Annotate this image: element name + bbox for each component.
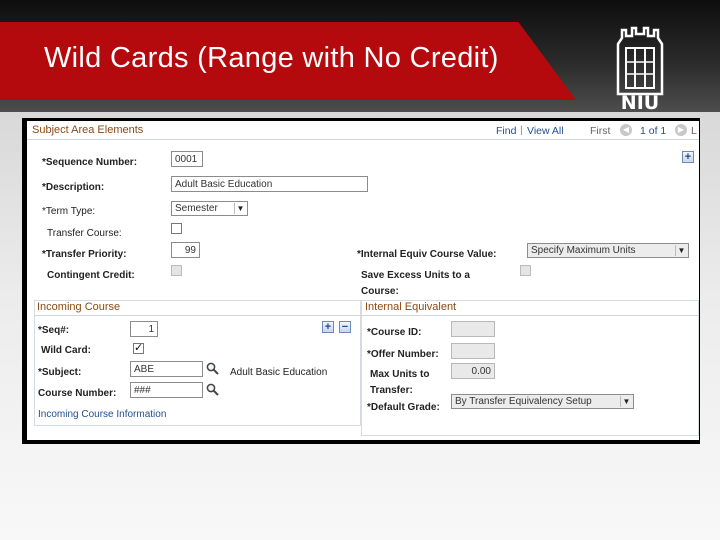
incoming-course-divider	[34, 315, 361, 316]
seq-label: *Seq#:	[38, 325, 70, 336]
dropdown-arrow-icon[interactable]: ▼	[675, 245, 687, 256]
description-field[interactable]: Adult Basic Education	[171, 176, 368, 192]
next-arrow-icon[interactable]: ▶	[675, 124, 687, 136]
save-excess-units-label: Save Excess Units to a	[361, 270, 470, 281]
last-label[interactable]: L	[691, 125, 697, 137]
subject-area-title: Subject Area Elements	[32, 124, 144, 136]
max-units-field[interactable]: 0.00	[451, 363, 495, 379]
tower-icon	[616, 26, 664, 96]
internal-equiv-course-value-label: *Internal Equiv Course Value:	[357, 249, 497, 260]
find-link[interactable]: Find	[496, 125, 516, 137]
subject-label: *Subject:	[38, 367, 82, 378]
niu-logo: NIU	[612, 24, 668, 116]
course-id-label: *Course ID:	[367, 327, 422, 338]
subject-field[interactable]: ABE	[130, 361, 203, 377]
logo-text: NIU	[620, 92, 660, 114]
wildcard-checkbox[interactable]: ✓	[133, 343, 144, 354]
first-arrow-icon[interactable]: ◀	[620, 124, 632, 136]
header-divider	[27, 139, 699, 140]
delete-row-icon[interactable]: −	[339, 321, 351, 333]
subject-description: Adult Basic Education	[230, 367, 328, 378]
max-units-label-line2: Transfer:	[370, 385, 413, 396]
first-label[interactable]: First	[590, 125, 610, 137]
transfer-course-label: Transfer Course:	[47, 228, 122, 239]
add-row-icon[interactable]: +	[682, 151, 694, 163]
sequence-number-label: *Sequence Number:	[42, 157, 138, 168]
course-id-field[interactable]	[451, 321, 495, 337]
description-label: *Description:	[42, 182, 105, 193]
internal-equivalent-title: Internal Equivalent	[365, 301, 457, 313]
dropdown-arrow-icon[interactable]: ▼	[234, 203, 246, 214]
default-grade-label: *Default Grade:	[367, 402, 440, 413]
course-number-label: Course Number:	[38, 388, 117, 399]
transfer-priority-label: *Transfer Priority:	[42, 249, 127, 260]
term-type-value: Semester	[175, 203, 218, 214]
page-count: 1 of 1	[640, 125, 667, 137]
transfer-course-checkbox[interactable]	[171, 223, 182, 234]
peoplesoft-panel: Subject Area Elements Find | View All Fi…	[27, 121, 699, 440]
transfer-priority-field[interactable]: 99	[171, 242, 200, 258]
max-units-label: Max Units to	[370, 369, 430, 380]
sequence-number-field[interactable]: 0001	[171, 151, 203, 167]
offer-number-field[interactable]	[451, 343, 495, 359]
contingent-credit-checkbox[interactable]	[171, 265, 182, 276]
seq-field[interactable]: 1	[130, 321, 158, 337]
add-row-icon[interactable]: +	[322, 321, 334, 333]
wildcard-label: Wild Card:	[41, 345, 91, 356]
offer-number-label: *Offer Number:	[367, 349, 439, 360]
internal-equiv-course-value: Specify Maximum Units	[531, 245, 636, 256]
default-grade-value: By Transfer Equivalency Setup	[455, 396, 592, 407]
course-number-field[interactable]: ###	[130, 382, 203, 398]
term-type-label: *Term Type:	[42, 206, 96, 217]
default-grade-select[interactable]: By Transfer Equivalency Setup ▼	[451, 394, 634, 409]
internal-equiv-course-value-select[interactable]: Specify Maximum Units ▼	[527, 243, 689, 258]
internal-equivalent-box	[361, 300, 699, 436]
lookup-icon[interactable]	[206, 383, 219, 396]
dropdown-arrow-icon[interactable]: ▼	[620, 396, 632, 407]
save-excess-units-label-line2: Course:	[361, 286, 399, 297]
incoming-course-info-link[interactable]: Incoming Course Information	[38, 409, 166, 420]
internal-equivalent-divider	[361, 315, 699, 316]
lookup-icon[interactable]	[206, 362, 219, 375]
nav-separator: |	[520, 124, 523, 136]
slide-title: Wild Cards (Range with No Credit)	[44, 42, 499, 74]
incoming-course-title: Incoming Course	[37, 301, 121, 313]
save-excess-units-checkbox[interactable]	[520, 265, 531, 276]
term-type-select[interactable]: Semester ▼	[171, 201, 248, 216]
contingent-credit-label: Contingent Credit:	[47, 270, 135, 281]
view-all-link[interactable]: View All	[527, 125, 564, 137]
